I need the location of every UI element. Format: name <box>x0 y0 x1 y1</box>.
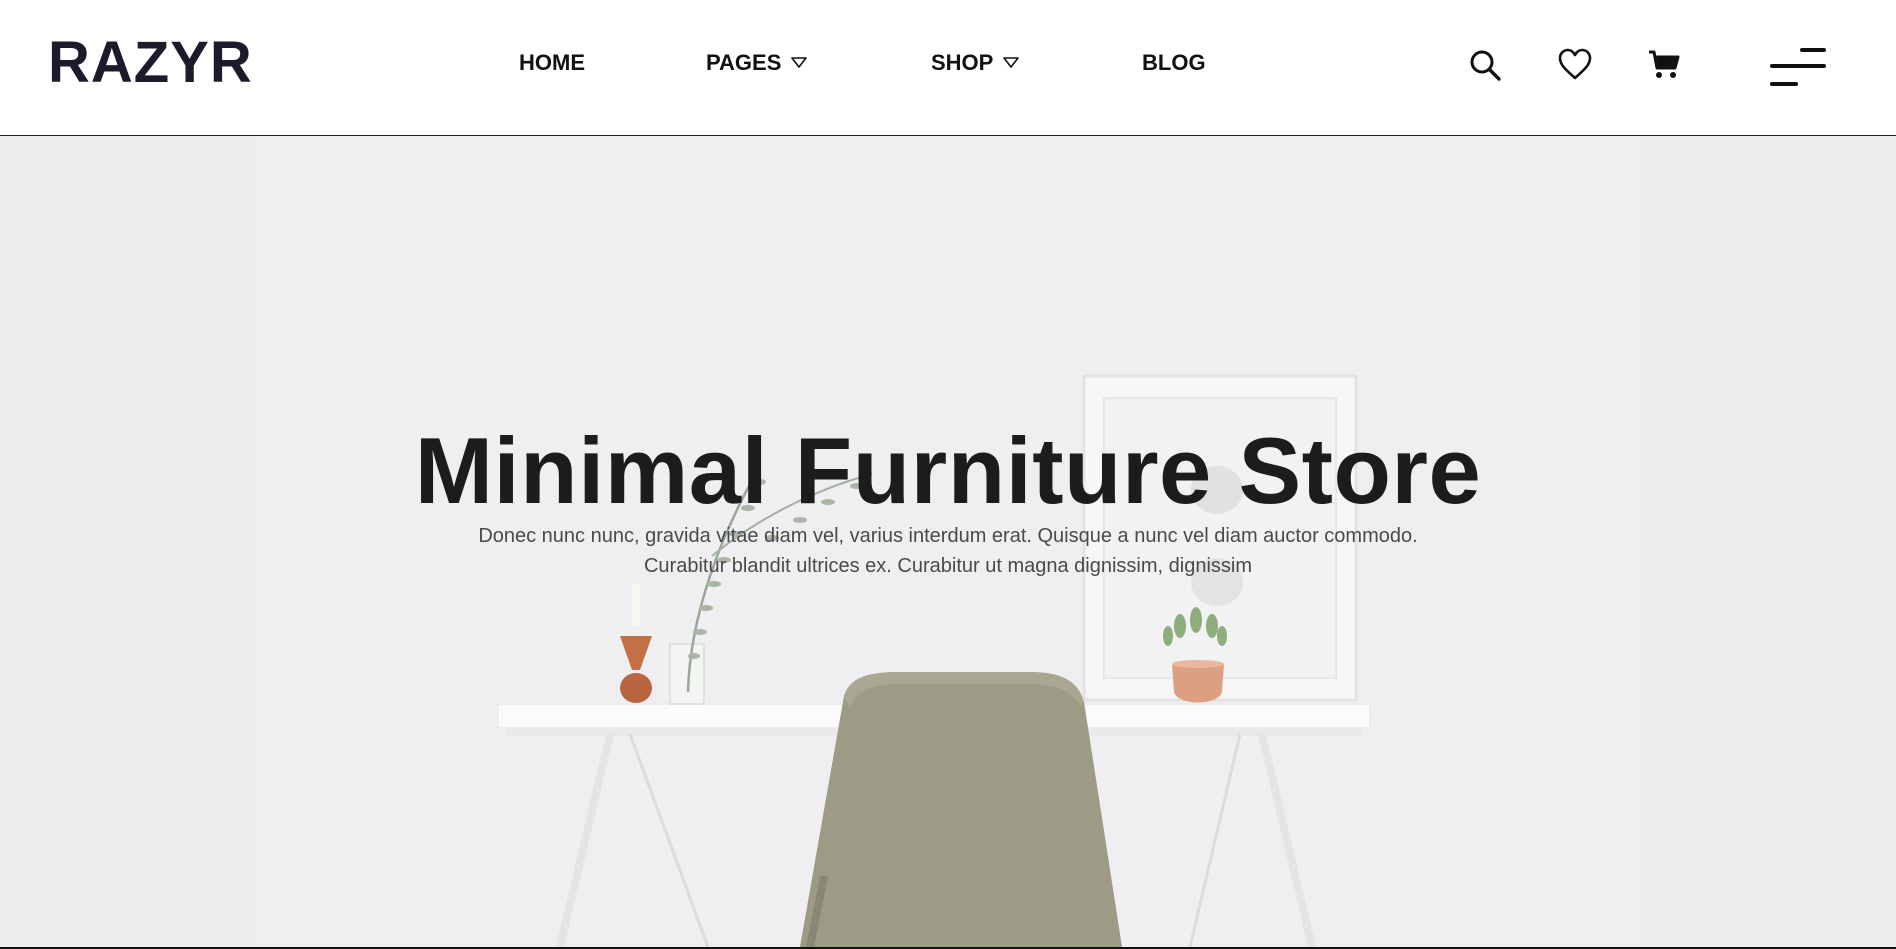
menu-icon[interactable] <box>1768 44 1828 90</box>
hero-description: Donec nunc nunc, gravida vitae diam vel,… <box>448 521 1448 581</box>
nav-item-shop[interactable]: SHOP <box>931 50 1020 75</box>
nav-item-label: PAGES <box>706 50 782 75</box>
nav-item-label: BLOG <box>1142 50 1206 75</box>
nav-item-blog[interactable]: BLOG <box>1142 52 1206 74</box>
nav-item-pages[interactable]: PAGES <box>706 50 808 75</box>
nav-item-label: HOME <box>519 50 585 75</box>
hero-description-line-2: Curabitur blandit ultrices ex. Curabitur… <box>643 555 1253 577</box>
hero-description-line-1: Donec nunc nunc, gravida vitae diam vel,… <box>478 525 1418 547</box>
nav-item-label: SHOP <box>931 50 994 75</box>
hero-section: Minimal Furniture Store Donec nunc nunc,… <box>0 136 1896 947</box>
cart-icon[interactable] <box>1647 48 1681 82</box>
logo[interactable]: RAZYR <box>48 34 253 92</box>
site-header: RAZYR HOME PAGES SHOP BLOG <box>0 0 1896 136</box>
search-icon[interactable] <box>1468 48 1502 82</box>
chevron-down-icon <box>791 57 808 68</box>
nav-item-home[interactable]: HOME <box>519 52 585 74</box>
heart-icon[interactable] <box>1558 48 1592 82</box>
chevron-down-icon <box>1003 57 1020 68</box>
hero-title: Minimal Furniture Store <box>414 417 1482 523</box>
